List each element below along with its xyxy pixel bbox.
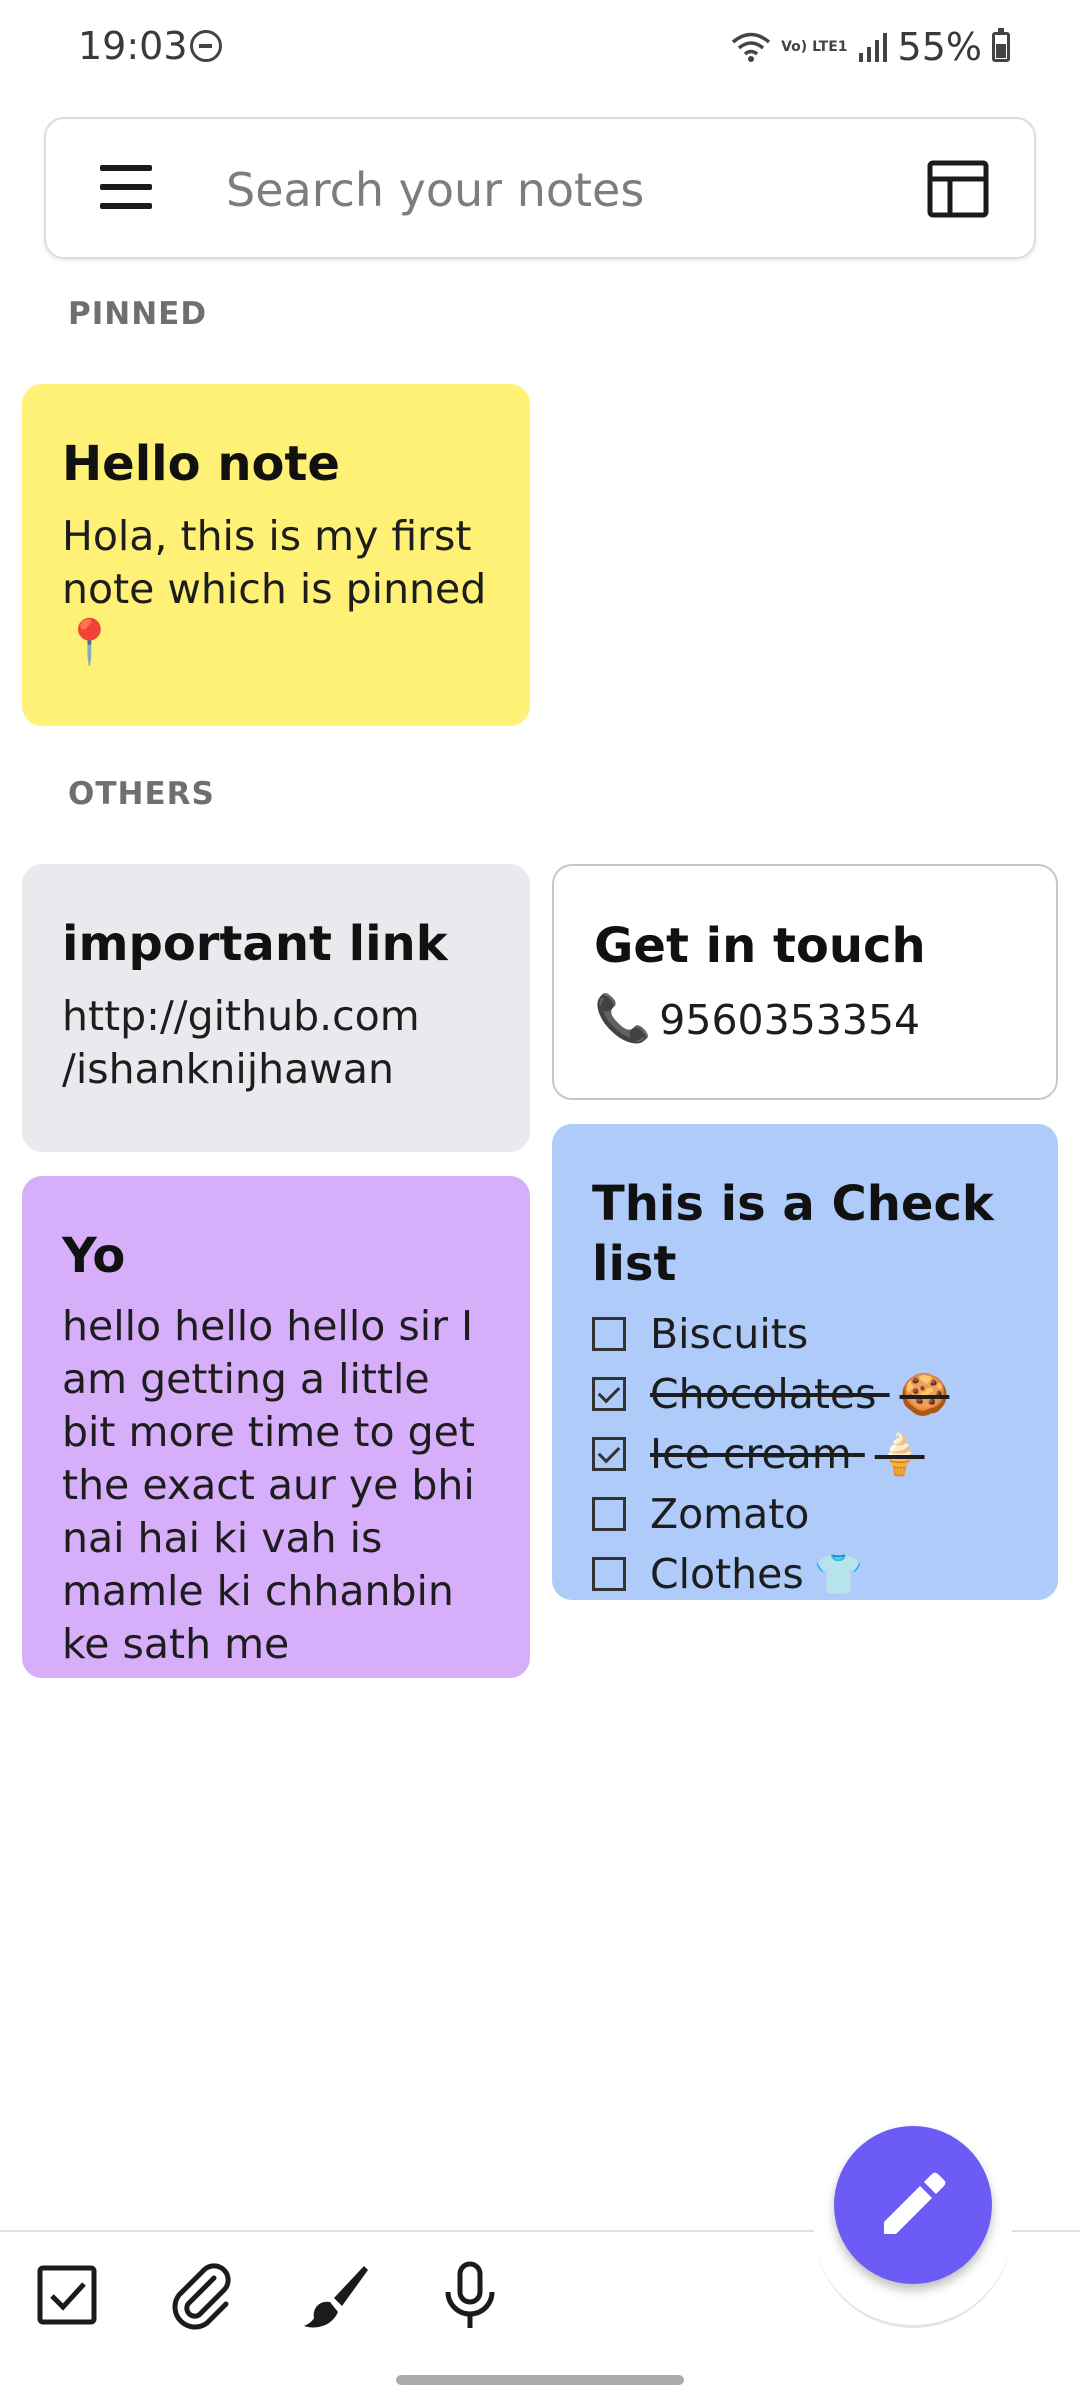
note-card-hello[interactable]: Hello note Hola, this is my first note w… [22, 384, 530, 726]
ice-cream-emoji-icon: 🍦 [874, 1432, 925, 1478]
do-not-disturb-icon [190, 30, 222, 62]
wifi-icon [731, 30, 771, 64]
note-body-text: Hola, this is my first note which is pin… [62, 512, 487, 613]
pencil-icon [884, 2172, 946, 2234]
checklist-item-text: Biscuits [650, 1310, 809, 1358]
checkbox-unchecked-icon [592, 1557, 626, 1591]
note-body-line: /ishanknijhawan [62, 1045, 394, 1093]
phone-icon: 📞 [594, 991, 652, 1045]
checklist-items: Biscuits Chocolates 🍪 Ice cream 🍦 Zomato… [592, 1304, 1020, 1604]
checkbox-checked-icon [592, 1437, 626, 1471]
note-body: 📞 9560353354 [594, 992, 1018, 1047]
microphone-icon[interactable] [432, 2258, 508, 2334]
checkbox-unchecked-icon [592, 1317, 626, 1351]
section-label-others: OTHERS [68, 776, 215, 812]
lte-icon: Vo) LTE1 [781, 38, 848, 55]
checklist-item-text: Clothes [650, 1550, 804, 1598]
search-bar [44, 117, 1036, 259]
paperclip-icon[interactable] [164, 2258, 240, 2334]
battery-icon [992, 28, 1010, 62]
note-card-checklist[interactable]: This is a Check list Biscuits Chocolates… [552, 1124, 1058, 1600]
shirt-emoji-icon: 👕 [813, 1551, 864, 1598]
note-body: http://github.com /ishanknijhawan [62, 990, 492, 1096]
note-title: important link [62, 916, 448, 972]
checkbox-checked-icon [592, 1377, 626, 1411]
note-body: hello hello hello sir I am getting a lit… [62, 1302, 475, 1668]
checklist-item: Biscuits [592, 1304, 1020, 1364]
hamburger-menu-icon[interactable] [100, 165, 156, 215]
home-indicator[interactable] [396, 2375, 684, 2385]
note-title: Get in touch [594, 918, 926, 974]
grid-layout-icon[interactable] [926, 157, 990, 221]
checklist-item: Clothes 👕 [592, 1544, 1020, 1604]
checklist-item: Chocolates 🍪 [592, 1364, 1020, 1424]
note-body: Hola, this is my first note which is pin… [62, 510, 492, 670]
note-card-get-in-touch[interactable]: Get in touch 📞 9560353354 [552, 864, 1058, 1100]
checklist-item-text: Ice cream 🍦 [650, 1430, 925, 1478]
note-body-line: http://github.com [62, 992, 420, 1040]
checkbox-icon[interactable] [30, 2258, 106, 2334]
checklist-item: Ice cream 🍦 [592, 1424, 1020, 1484]
phone-number: 9560353354 [659, 996, 921, 1044]
cookie-emoji-icon: 🍪 [899, 1372, 950, 1418]
checklist-item-text: Chocolates 🍪 [650, 1370, 950, 1418]
checkbox-unchecked-icon [592, 1497, 626, 1531]
status-time: 19:03 [78, 24, 188, 68]
checklist-item-text: Zomato [650, 1490, 810, 1538]
brush-icon[interactable] [298, 2258, 374, 2334]
note-card-important-link[interactable]: important link http://github.com /ishank… [22, 864, 530, 1152]
battery-percent: 55% [897, 25, 982, 69]
status-indicators: Vo) LTE1 55% [731, 22, 1010, 72]
note-card-yo[interactable]: Yo hello hello hello sir I am getting a … [22, 1176, 530, 1678]
new-note-fab-button[interactable] [834, 2126, 992, 2284]
pin-emoji-icon: 📍 [62, 617, 117, 668]
note-title: This is a Check list [592, 1176, 994, 1292]
search-input[interactable] [226, 155, 866, 225]
status-bar: 19:03 Vo) LTE1 55% [0, 0, 1080, 96]
note-title: Yo [62, 1228, 126, 1284]
section-label-pinned: PINNED [68, 296, 208, 332]
signal-icon [858, 31, 888, 63]
checklist-item: Zomato [592, 1484, 1020, 1544]
note-title: Hello note [62, 436, 340, 492]
